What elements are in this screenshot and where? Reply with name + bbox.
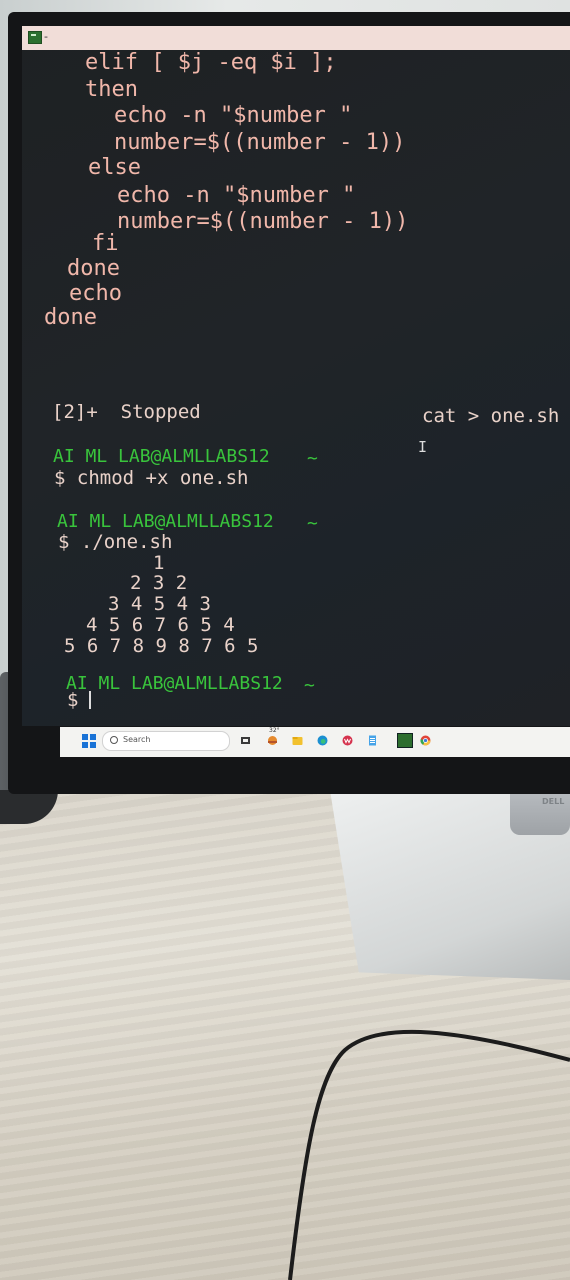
script-line: number=$((number - 1)) xyxy=(114,130,406,155)
pyramid-output-line: 2 3 2 xyxy=(130,572,188,594)
windows-start-icon[interactable] xyxy=(82,734,96,748)
script-line: elif [ $j -eq $i ]; xyxy=(85,50,337,75)
window-title: - xyxy=(44,30,48,43)
search-placeholder: Search xyxy=(123,735,151,744)
chrome-icon[interactable] xyxy=(420,735,431,746)
mintty-icon[interactable] xyxy=(28,31,42,44)
script-line: fi xyxy=(92,231,119,256)
script-line: then xyxy=(85,77,138,102)
script-line: else xyxy=(88,155,141,180)
script-line: echo xyxy=(69,281,122,306)
pyramid-output-line: 3 4 5 4 3 xyxy=(108,593,211,615)
edge-icon[interactable] xyxy=(317,735,328,746)
text-cursor xyxy=(89,691,91,709)
taskbar-search-box[interactable]: Search xyxy=(102,731,230,751)
job-command: cat > one.sh xyxy=(422,405,560,427)
prompt-user-host: AI ML LAB@ALMLLABS12 xyxy=(66,673,283,694)
prompt-command: $ ./one.sh xyxy=(58,531,173,553)
prompt-user-host: AI ML LAB@ALMLLABS12 xyxy=(53,446,270,467)
notepad-icon[interactable] xyxy=(367,735,378,746)
pyramid-output-line: 1 xyxy=(153,552,165,574)
windows-taskbar: Search 32° xyxy=(60,727,570,757)
weather-icon[interactable] xyxy=(267,735,278,746)
mintty-terminal-icon[interactable] xyxy=(397,733,413,748)
terminal-window[interactable]: - elif [ $j -eq $i ]; then echo -n "$num… xyxy=(22,26,570,726)
script-line: number=$((number - 1)) xyxy=(117,209,409,234)
task-view-icon[interactable] xyxy=(240,735,251,746)
pyramid-output-line: 4 5 6 7 6 5 4 xyxy=(86,614,235,636)
prompt-command: $ chmod +x one.sh xyxy=(54,467,249,489)
prompt-dir: ~ xyxy=(307,448,318,469)
mouse-ibeam-cursor: I xyxy=(418,438,428,456)
prompt-user-host: AI ML LAB@ALMLLABS12 xyxy=(57,511,274,532)
terminal-title-bar[interactable]: - xyxy=(22,26,570,50)
script-line: echo -n "$number " xyxy=(114,103,353,128)
script-line: done xyxy=(44,305,97,330)
wps-office-icon[interactable] xyxy=(342,735,353,746)
job-status: [2]+ Stopped xyxy=(52,401,201,423)
prompt-dir: ~ xyxy=(307,513,318,534)
weather-temperature: 32° xyxy=(269,727,280,734)
pyramid-output-line: 5 6 7 8 9 8 7 6 5 xyxy=(64,635,259,657)
prompt-dir: ~ xyxy=(304,675,315,696)
file-explorer-icon[interactable] xyxy=(292,735,303,746)
script-line: echo -n "$number " xyxy=(117,183,356,208)
script-line: done xyxy=(67,256,120,281)
prompt-command: $ xyxy=(67,689,79,711)
search-icon xyxy=(110,736,118,744)
